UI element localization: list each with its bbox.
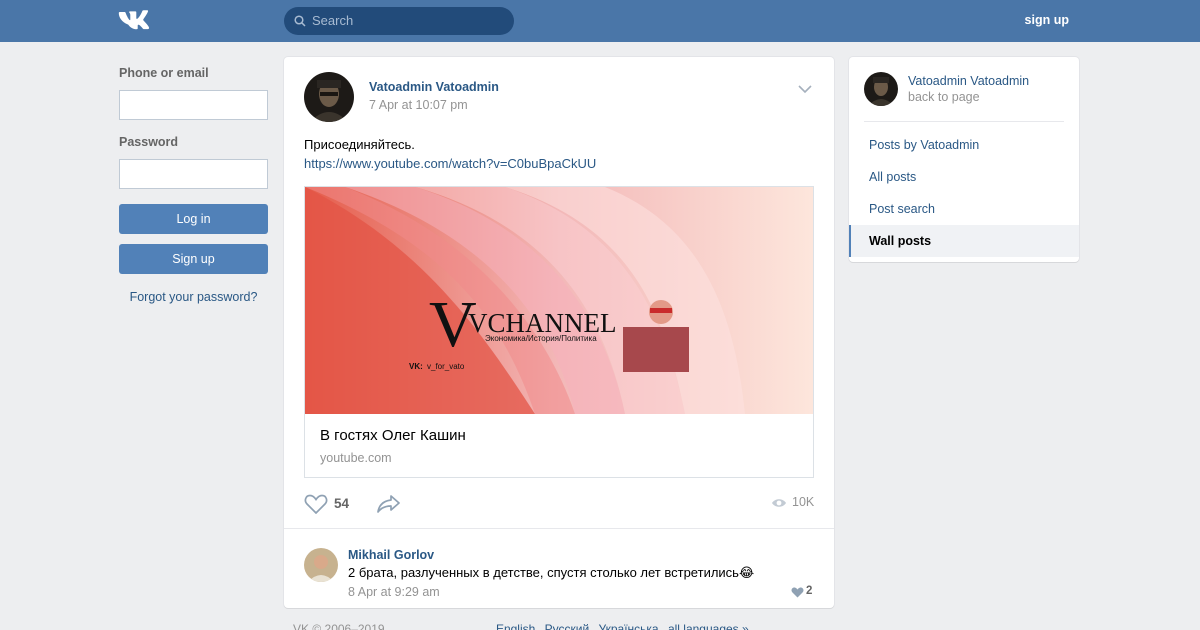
side-item-posts-by[interactable]: Posts by Vatoadmin: [849, 129, 1079, 161]
side-panel: Vatoadmin Vatoadmin back to page Posts b…: [849, 57, 1079, 262]
footer-lang-russian[interactable]: Русский: [545, 622, 590, 630]
preview-image[interactable]: V VCHANNEL Экономика/История/Политика VK…: [305, 187, 813, 414]
comment-like-count[interactable]: 2: [806, 585, 812, 597]
heart-icon[interactable]: [791, 587, 804, 598]
preview-title[interactable]: В гостях Олег Кашин: [320, 427, 466, 444]
signup-button[interactable]: Sign up: [119, 244, 268, 274]
top-bar: Search sign up: [0, 0, 1200, 42]
vk-logo-icon[interactable]: [118, 9, 152, 31]
footer-copyright: VK © 2006–2019: [293, 622, 385, 630]
preview-domain: youtube.com: [320, 451, 392, 465]
views-count: 10K: [792, 495, 815, 509]
back-to-page-link[interactable]: back to page: [908, 90, 980, 104]
like-count[interactable]: 54: [334, 496, 349, 511]
login-button[interactable]: Log in: [119, 204, 268, 234]
preview-vk-tag: VK:: [409, 362, 423, 371]
search-placeholder: Search: [312, 13, 354, 28]
comment-text: 2 брата, разлученных в детстве, спустя с…: [348, 565, 755, 580]
heart-icon[interactable]: [304, 494, 328, 514]
forgot-password-link[interactable]: Forgot your password?: [119, 290, 268, 304]
share-icon[interactable]: [377, 494, 401, 514]
side-item-all-posts[interactable]: All posts: [849, 161, 1079, 193]
side-item-wall-posts[interactable]: Wall posts: [849, 225, 1079, 257]
footer-all-languages[interactable]: all languages »: [668, 622, 749, 630]
footer-lang-ukrainian[interactable]: Українська: [599, 622, 659, 630]
divider: [864, 121, 1064, 122]
divider: [284, 528, 834, 529]
password-label: Password: [119, 135, 179, 149]
wall-post: Vatoadmin Vatoadmin 7 Apr at 10:07 pm Пр…: [284, 57, 834, 608]
eye-icon: [772, 499, 786, 507]
post-text: Присоединяйтесь. https://www.youtube.com…: [304, 135, 596, 173]
side-menu: Posts by Vatoadmin All posts Post search…: [849, 129, 1079, 257]
preview-handle: v_for_vato: [427, 362, 465, 371]
link-preview[interactable]: V VCHANNEL Экономика/История/Политика VK…: [304, 186, 814, 478]
side-item-post-search[interactable]: Post search: [849, 193, 1079, 225]
post-date[interactable]: 7 Apr at 10:07 pm: [369, 98, 468, 112]
chevron-down-icon[interactable]: [797, 84, 813, 94]
side-profile-name[interactable]: Vatoadmin Vatoadmin: [908, 74, 1029, 88]
footer: VK © 2006–2019 English Русский Українськ…: [293, 622, 1013, 630]
avatar[interactable]: [864, 72, 898, 106]
password-field[interactable]: [119, 159, 268, 189]
post-author[interactable]: Vatoadmin Vatoadmin: [369, 80, 499, 94]
post-body: Присоединяйтесь.: [304, 137, 415, 152]
comment-date[interactable]: 8 Apr at 9:29 am: [348, 585, 440, 599]
post-link[interactable]: https://www.youtube.com/watch?v=C0buBpaC…: [304, 154, 596, 173]
phone-label: Phone or email: [119, 66, 209, 80]
header-signup-link[interactable]: sign up: [1025, 13, 1069, 27]
avatar[interactable]: [304, 72, 354, 122]
search-icon: [294, 15, 306, 27]
search-input[interactable]: Search: [284, 7, 514, 35]
comment-avatar[interactable]: [304, 548, 338, 582]
preview-brand-sub: Экономика/История/Политика: [485, 334, 597, 343]
comment-author[interactable]: Mikhail Gorlov: [348, 548, 434, 562]
login-form: Phone or email Password Log in Sign up F…: [119, 66, 268, 304]
footer-lang-english[interactable]: English: [496, 622, 535, 630]
phone-email-field[interactable]: [119, 90, 268, 120]
